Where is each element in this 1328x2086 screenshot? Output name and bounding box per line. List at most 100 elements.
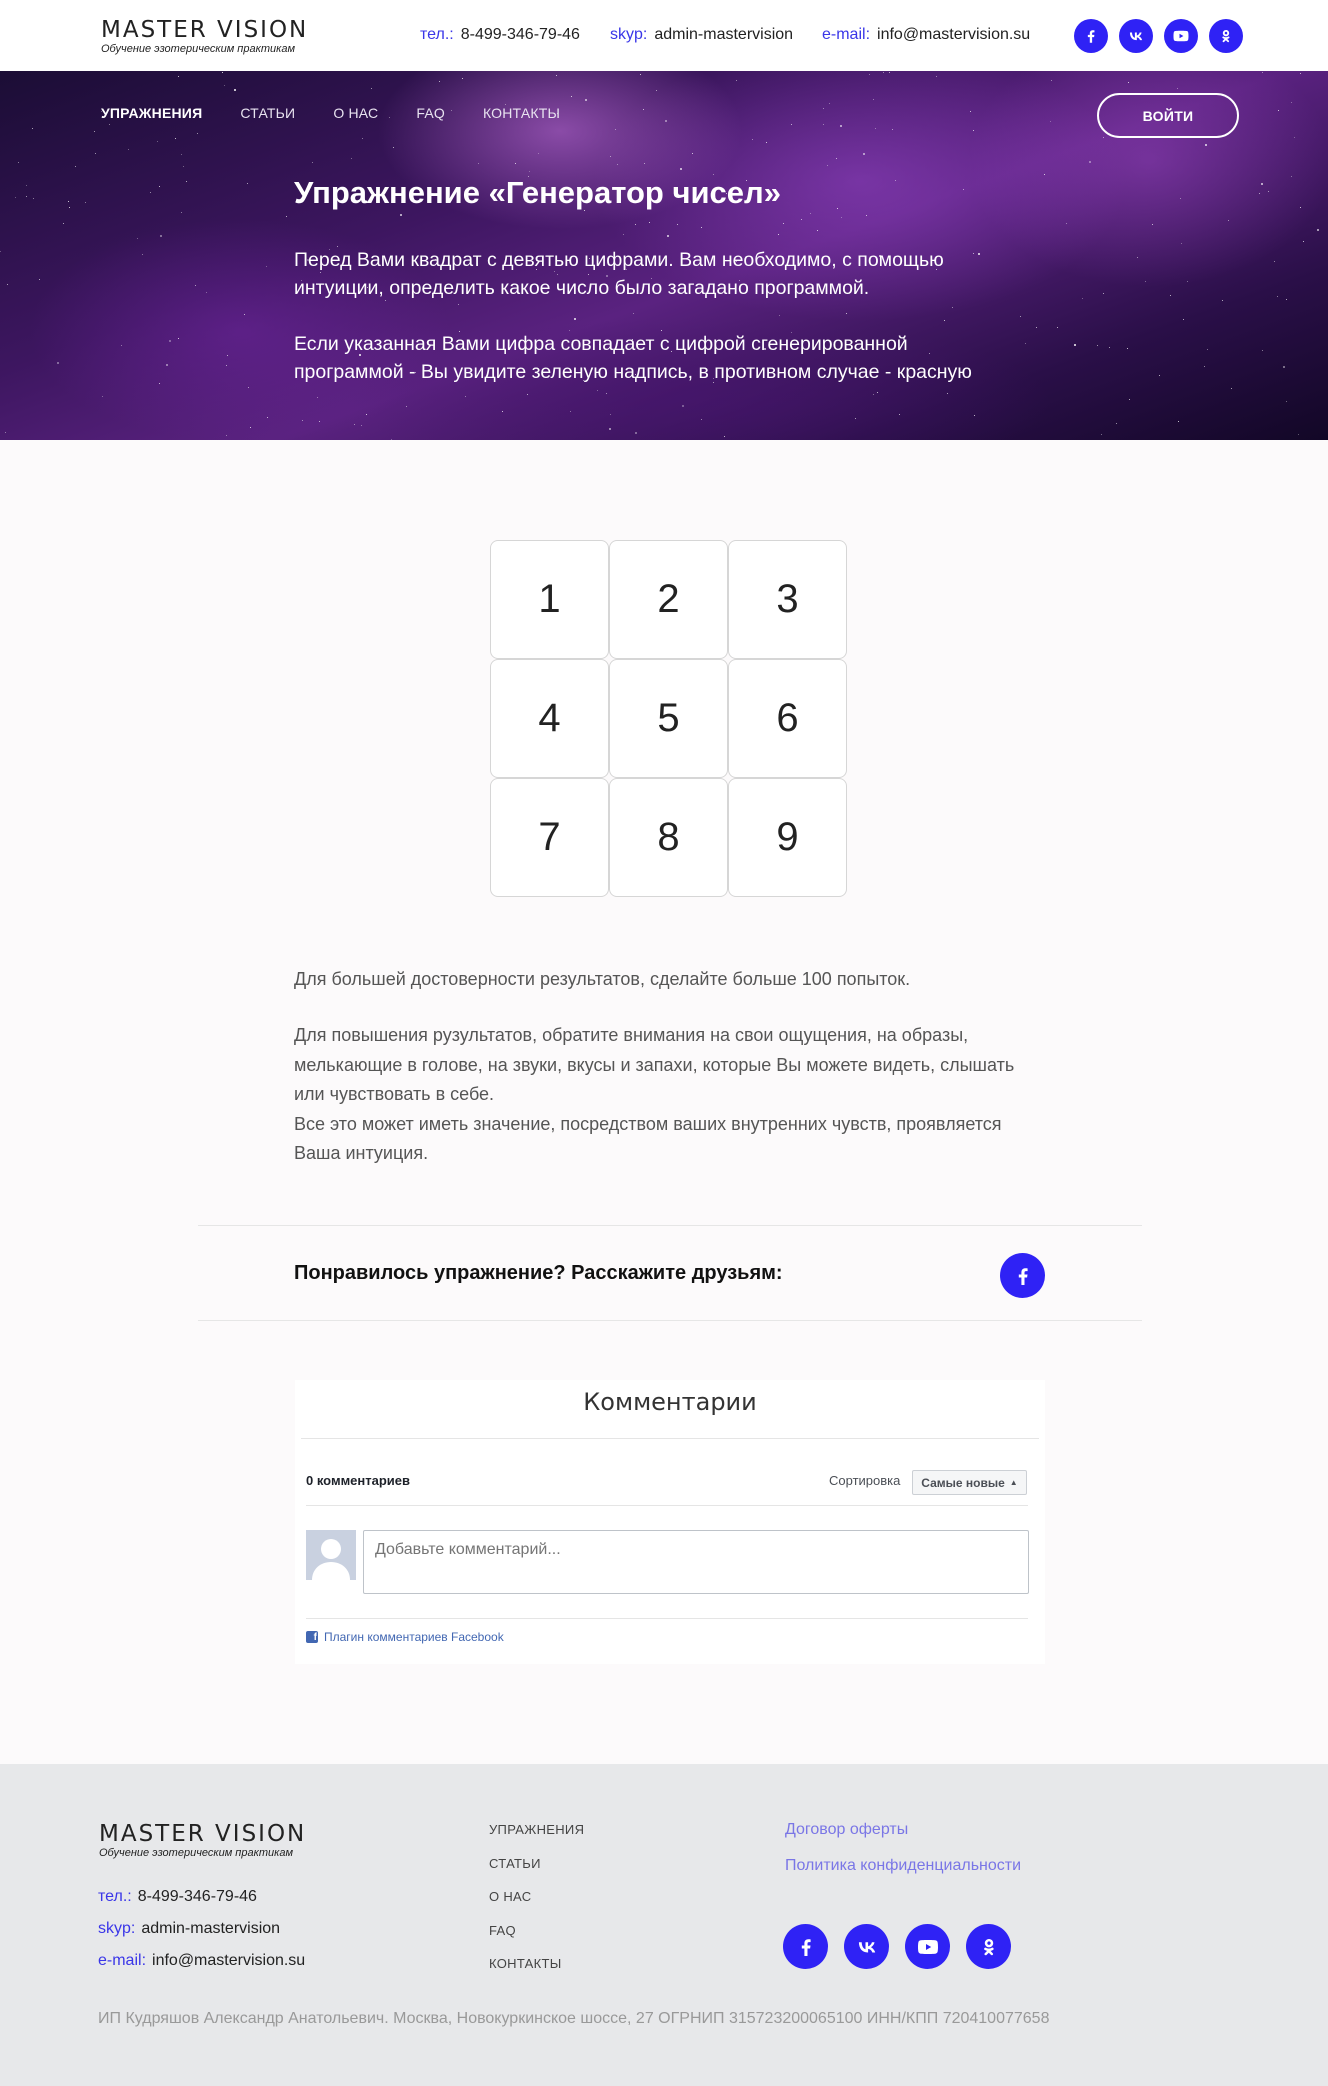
footer-nav-faq[interactable]: FAQ — [489, 1923, 584, 1957]
tip-line: мелькающие в голове, на звуки, вкусы и з… — [294, 1054, 1015, 1075]
number-cell-4[interactable]: 4 — [490, 659, 609, 778]
vk-icon[interactable] — [1119, 19, 1153, 53]
star — [528, 170, 530, 172]
star — [526, 393, 528, 395]
number-cell-3[interactable]: 3 — [728, 540, 847, 659]
footer-nav-contacts[interactable]: КОНТАКТЫ — [489, 1956, 584, 1990]
email-value: info@mastervision.su — [877, 26, 1031, 43]
email-label: e-mail: — [98, 1952, 147, 1969]
nav-item-contacts[interactable]: КОНТАКТЫ — [483, 105, 560, 121]
star — [817, 230, 819, 232]
star — [1065, 223, 1067, 225]
star — [874, 127, 876, 129]
star — [159, 185, 161, 187]
facebook-icon[interactable] — [1074, 19, 1108, 53]
star — [570, 410, 572, 412]
star — [247, 386, 249, 388]
sort-select[interactable]: Самые новые ▲︎ — [912, 1470, 1027, 1495]
footer-email[interactable]: e-mail: info@mastervision.su — [98, 1952, 305, 1970]
odnoklassniki-icon[interactable] — [1209, 19, 1243, 53]
star — [1260, 183, 1263, 186]
star — [537, 153, 539, 155]
footer-nav-exercises[interactable]: УПРАЖНЕНИЯ — [489, 1822, 584, 1856]
divider — [306, 1505, 1028, 1506]
star — [1259, 192, 1261, 194]
star — [311, 161, 313, 163]
header-email[interactable]: e-mail: info@mastervision.su — [822, 26, 1030, 44]
star — [168, 339, 171, 342]
star — [1261, 350, 1263, 352]
star — [15, 196, 17, 198]
star — [943, 319, 945, 321]
star — [1228, 219, 1230, 221]
youtube-icon[interactable] — [1164, 19, 1198, 53]
star — [863, 153, 866, 156]
star — [752, 138, 754, 140]
star — [974, 414, 976, 416]
youtube-icon[interactable] — [905, 1924, 950, 1969]
footer-phone[interactable]: тел.: 8-499-346-79-46 — [98, 1888, 257, 1906]
star — [137, 238, 139, 240]
star — [1182, 318, 1184, 320]
star — [841, 217, 843, 219]
star — [836, 158, 838, 160]
footer: MASTER VISION Обучение эзотерическим пра… — [0, 1764, 1328, 2086]
share-text: Понравилось упражнение? Расскажите друзь… — [294, 1262, 783, 1284]
divider — [301, 1438, 1039, 1439]
header-skype[interactable]: skyp: admin-mastervision — [610, 26, 793, 44]
header-phone[interactable]: тел.: 8-499-346-79-46 — [420, 26, 580, 44]
vk-icon[interactable] — [844, 1924, 889, 1969]
number-cell-7[interactable]: 7 — [490, 778, 609, 897]
star — [1302, 241, 1304, 243]
star — [267, 416, 269, 418]
chevron-updown-icon: ▲︎ — [1009, 1478, 1018, 1487]
star — [617, 163, 619, 165]
footer-nav-articles[interactable]: СТАТЬИ — [489, 1856, 584, 1890]
logo[interactable]: MASTER VISION Обучение эзотерическим пра… — [101, 18, 308, 56]
login-button[interactable]: ВОЙТИ — [1097, 93, 1239, 138]
star — [1205, 143, 1208, 146]
star — [680, 167, 683, 170]
star — [464, 395, 466, 397]
nav-item-about[interactable]: О НАС — [333, 105, 378, 121]
number-cell-6[interactable]: 6 — [728, 659, 847, 778]
offer-agreement-link[interactable]: Договор оферты — [785, 1821, 1021, 1857]
comment-input[interactable] — [363, 1530, 1029, 1594]
copyright: ИП Кудряшов Александр Анатольевич. Москв… — [98, 2010, 1050, 2027]
star — [935, 76, 937, 78]
facebook-plugin-link[interactable]: f Плагин комментариев Facebook — [306, 1630, 504, 1644]
footer-logo[interactable]: MASTER VISION Обучение эзотерическим пра… — [99, 1822, 306, 1860]
star — [1291, 101, 1293, 103]
star — [157, 141, 159, 143]
number-cell-9[interactable]: 9 — [728, 778, 847, 897]
number-cell-8[interactable]: 8 — [609, 778, 728, 897]
star — [194, 285, 196, 287]
star — [1181, 242, 1183, 244]
skype-value: admin-mastervision — [654, 26, 794, 43]
sort-label: Сортировка — [829, 1473, 901, 1488]
footer-skype[interactable]: skyp: admin-mastervision — [98, 1920, 280, 1938]
star — [32, 197, 34, 199]
hero-banner: УПРАЖНЕНИЯ СТАТЬИ О НАС FAQ КОНТАКТЫ ВОЙ… — [0, 71, 1328, 440]
facebook-icon[interactable] — [783, 1924, 828, 1969]
star — [570, 95, 572, 97]
nav-item-exercises[interactable]: УПРАЖНЕНИЯ — [101, 105, 202, 121]
star — [32, 127, 34, 129]
number-cell-1[interactable]: 1 — [490, 540, 609, 659]
star — [610, 413, 612, 415]
footer-nav-about[interactable]: О НАС — [489, 1889, 584, 1923]
star — [649, 222, 651, 224]
facebook-share-icon[interactable] — [1000, 1253, 1045, 1298]
number-cell-2[interactable]: 2 — [609, 540, 728, 659]
hero-rules-line: Если указанная Вами цифра совпадает с ци… — [294, 333, 908, 355]
nav-item-faq[interactable]: FAQ — [416, 105, 445, 121]
star — [845, 312, 847, 314]
number-cell-5[interactable]: 5 — [609, 659, 728, 778]
star — [120, 345, 122, 347]
star — [221, 72, 223, 74]
odnoklassniki-icon[interactable] — [966, 1924, 1011, 1969]
privacy-policy-link[interactable]: Политика конфиденциальности — [785, 1857, 1021, 1893]
nav-item-articles[interactable]: СТАТЬИ — [240, 105, 295, 121]
star — [361, 425, 363, 427]
facebook-small-icon: f — [306, 1631, 318, 1643]
